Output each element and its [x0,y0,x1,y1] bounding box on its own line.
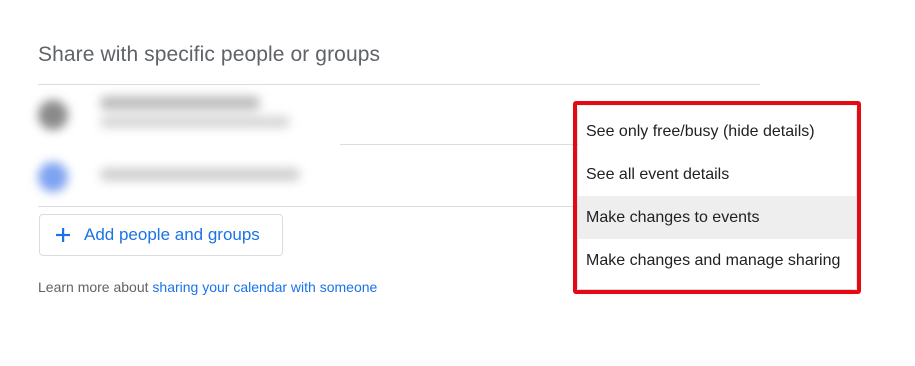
avatar [38,162,68,192]
list-bottom-divider [38,206,578,207]
user-email-redacted [100,116,290,128]
top-divider [38,84,760,85]
learn-more-prefix: Learn more about [38,279,153,295]
section-title: Share with specific people or groups [38,43,381,66]
learn-more-text: Learn more about sharing your calendar w… [38,279,377,295]
add-people-label: Add people and groups [84,225,260,244]
shared-user-row[interactable] [28,90,348,142]
user-email-redacted [100,168,300,181]
sharing-help-link[interactable]: sharing your calendar with someone [152,279,377,295]
share-settings-page: Share with specific people or groups Add… [0,0,915,366]
add-people-and-groups-button[interactable]: Add people and groups [39,214,283,256]
plus-icon [54,226,72,244]
menu-highlight-frame [573,101,861,294]
avatar [38,100,68,130]
shared-user-row[interactable] [28,150,348,202]
row-divider [340,144,580,145]
user-name-redacted [100,96,260,110]
